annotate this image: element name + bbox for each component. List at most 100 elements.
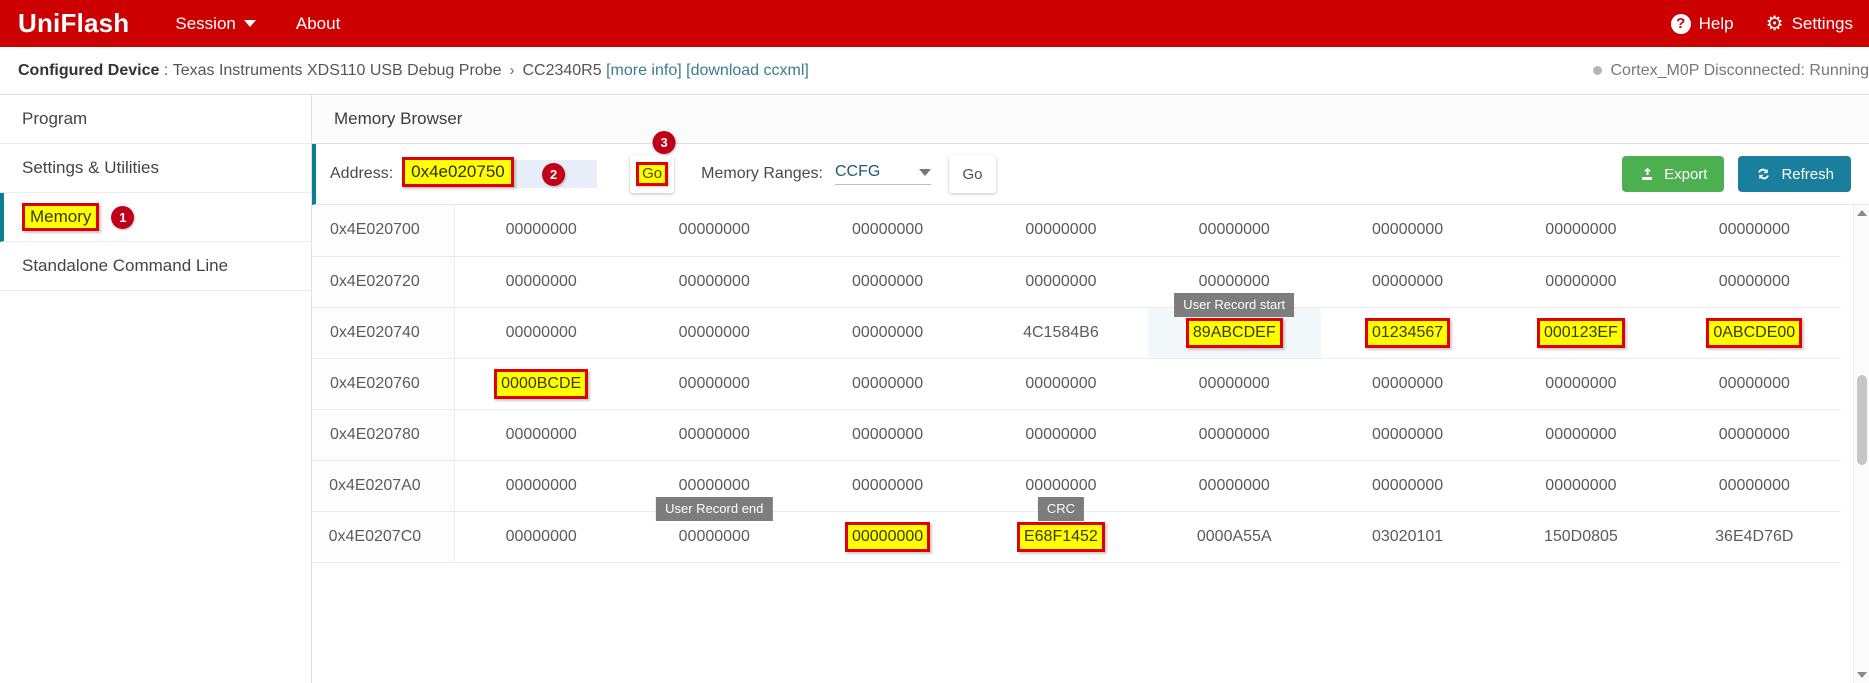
memory-value-cell[interactable]: 00000000 — [1494, 460, 1668, 512]
memory-address-cell: 0x4E020760 — [312, 358, 455, 410]
memory-value-text: 00000000 — [678, 323, 750, 341]
address-go-label: Go — [636, 161, 669, 187]
page-title: Memory Browser — [334, 109, 463, 128]
sidebar-item-settings-utilities[interactable]: Settings & Utilities — [0, 144, 311, 193]
memory-value-text: 00000000 — [1371, 374, 1444, 392]
memory-value-text: 00000000 — [1545, 221, 1617, 239]
memory-value-cell[interactable]: 00000000 — [627, 358, 801, 410]
address-input[interactable]: 0x4e020750 2 — [402, 157, 598, 188]
memory-value-cell[interactable]: 00000000 — [800, 511, 975, 563]
memory-value-cell[interactable]: 00000000 — [454, 460, 628, 512]
memory-value-cell[interactable]: 00000000 — [627, 307, 801, 359]
memory-value-cell[interactable]: 00000000 — [1320, 205, 1495, 257]
export-icon — [1642, 167, 1653, 180]
address-go-button[interactable]: 3 Go — [630, 131, 676, 193]
scroll-up-arrow-icon[interactable] — [1856, 210, 1867, 216]
scrollbar-thumb[interactable] — [1857, 375, 1867, 465]
memory-value-cell[interactable]: 00000000 — [1494, 358, 1668, 410]
memory-value-cell[interactable]: 00000000 — [800, 205, 975, 257]
memory-value-cell[interactable]: 000123EF — [1494, 307, 1668, 359]
memory-value-cell[interactable]: 00000000 — [974, 358, 1148, 410]
memory-value-cell[interactable]: 00000000 — [1494, 205, 1668, 257]
memory-value-cell[interactable]: 03020101 — [1320, 511, 1495, 563]
sidebar-item-memory[interactable]: Memory 1 — [0, 193, 311, 242]
memory-value-text: 00000000 — [1545, 425, 1617, 443]
top-navigation-right-group: ? Help ⚙ Settings — [1655, 0, 1869, 47]
memory-value-text: 0ABCDE00 — [1706, 317, 1803, 348]
memory-value-cell[interactable]: 00000000 — [1320, 358, 1495, 410]
memory-value-cell[interactable]: 00000000 — [800, 409, 975, 461]
memory-value-text: 00000000 — [1371, 476, 1444, 494]
memory-value-cell[interactable]: 00000000 — [627, 409, 801, 461]
memory-address-cell: 0x4E020780 — [312, 409, 455, 461]
sidebar-item-label: Memory — [22, 203, 100, 231]
memory-value-cell[interactable]: 00000000 — [1667, 358, 1841, 410]
configured-device-bar: Configured Device : Texas Instruments XD… — [0, 47, 1869, 95]
memory-value-cell[interactable]: 00000000 — [1320, 409, 1495, 461]
memory-value-cell[interactable]: 00000000 — [1667, 460, 1841, 512]
memory-value-cell[interactable]: 150D0805 — [1494, 511, 1668, 563]
vertical-scrollbar[interactable] — [1853, 205, 1869, 683]
nav-session-menu[interactable]: Session — [155, 0, 275, 47]
annotation-badge-2: 2 — [542, 162, 566, 186]
nav-help-link[interactable]: ? Help — [1655, 0, 1750, 47]
memory-value-cell[interactable]: 00000000 — [1147, 358, 1321, 410]
memory-value-cell[interactable]: 00000000 — [454, 511, 628, 563]
memory-value-cell[interactable]: 00000000 — [800, 358, 975, 410]
memory-value-cell[interactable]: User Record start 89ABCDEF — [1147, 292, 1321, 359]
memory-value-cell[interactable]: 00000000 — [1320, 460, 1495, 512]
app-brand-logo: UniFlash — [18, 8, 130, 38]
sidebar-item-label: Standalone Command Line — [22, 256, 229, 275]
memory-value-text: 00000000 — [1718, 221, 1790, 239]
memory-value-cell[interactable]: 00000000 — [1667, 256, 1841, 308]
more-info-link[interactable]: [more info] — [606, 62, 682, 80]
nav-settings-link[interactable]: ⚙ Settings — [1750, 0, 1869, 47]
memory-value-cell[interactable]: 00000000 — [1494, 409, 1668, 461]
memory-value-cell[interactable]: 00000000 — [1147, 460, 1321, 512]
memory-value-cell[interactable]: 4C1584B6 — [974, 307, 1148, 359]
memory-value-cell[interactable]: 00000000 — [627, 205, 801, 257]
memory-address-cell: 0x4E0207C0 — [312, 511, 455, 563]
memory-value-cell[interactable]: 0000A55A — [1147, 511, 1321, 563]
memory-value-cell[interactable]: 00000000 — [974, 409, 1148, 461]
memory-value-cell[interactable]: 0000BCDE — [454, 358, 628, 410]
memory-value-cell[interactable]: 00000000 — [1667, 409, 1841, 461]
sidebar-item-program[interactable]: Program — [0, 95, 311, 144]
memory-value-cell[interactable]: 01234567 — [1320, 307, 1495, 359]
memory-value-cell[interactable]: 00000000 — [800, 256, 975, 308]
memory-value-cell[interactable]: 00000000 — [974, 205, 1148, 257]
memory-value-text: 00000000 — [505, 323, 577, 341]
memory-value-cell[interactable]: 00000000 — [454, 409, 628, 461]
memory-value-text: 00000000 — [1718, 476, 1790, 494]
chevron-down-icon — [243, 20, 256, 27]
memory-value-cell[interactable]: 00000000 — [1494, 256, 1668, 308]
export-button[interactable]: Export — [1622, 156, 1725, 192]
scroll-down-arrow-icon[interactable] — [1856, 672, 1867, 678]
memory-value-cell[interactable]: User Record end 00000000 — [627, 496, 801, 563]
memory-value-cell[interactable]: 36E4D76D — [1667, 511, 1841, 563]
memory-value-cell[interactable]: CRC E68F1452 — [974, 496, 1148, 563]
memory-value-text: 00000000 — [1025, 221, 1097, 239]
sidebar-item-standalone-command-line[interactable]: Standalone Command Line — [0, 242, 311, 291]
memory-value-cell[interactable]: 00000000 — [454, 307, 628, 359]
memory-value-cell[interactable]: 00000000 — [627, 256, 801, 308]
memory-value-cell[interactable]: 00000000 — [800, 460, 975, 512]
breadcrumb-chevron-icon: › — [509, 62, 515, 79]
memory-ranges-select[interactable]: CCFG — [834, 163, 931, 185]
memory-ranges-go-button[interactable]: Go — [948, 155, 996, 193]
refresh-button[interactable]: Refresh — [1738, 156, 1851, 192]
memory-value-text: 00000000 — [505, 527, 577, 545]
memory-value-cell[interactable]: 00000000 — [1320, 256, 1495, 308]
memory-value-cell[interactable]: 00000000 — [1147, 409, 1321, 461]
memory-value-text: 89ABCDEF — [1185, 317, 1283, 348]
memory-value-cell[interactable]: 00000000 — [974, 256, 1148, 308]
memory-value-cell[interactable]: 0ABCDE00 — [1667, 307, 1841, 359]
memory-ranges-selected-value: CCFG — [834, 163, 881, 180]
download-ccxml-link[interactable]: [download ccxml] — [686, 62, 809, 80]
memory-value-cell[interactable]: 00000000 — [454, 205, 628, 257]
memory-value-cell[interactable]: 00000000 — [454, 256, 628, 308]
nav-about-link[interactable]: About — [276, 0, 360, 47]
memory-value-cell[interactable]: 00000000 — [1147, 205, 1321, 257]
memory-value-cell[interactable]: 00000000 — [800, 307, 975, 359]
memory-value-cell[interactable]: 00000000 — [1667, 205, 1841, 257]
